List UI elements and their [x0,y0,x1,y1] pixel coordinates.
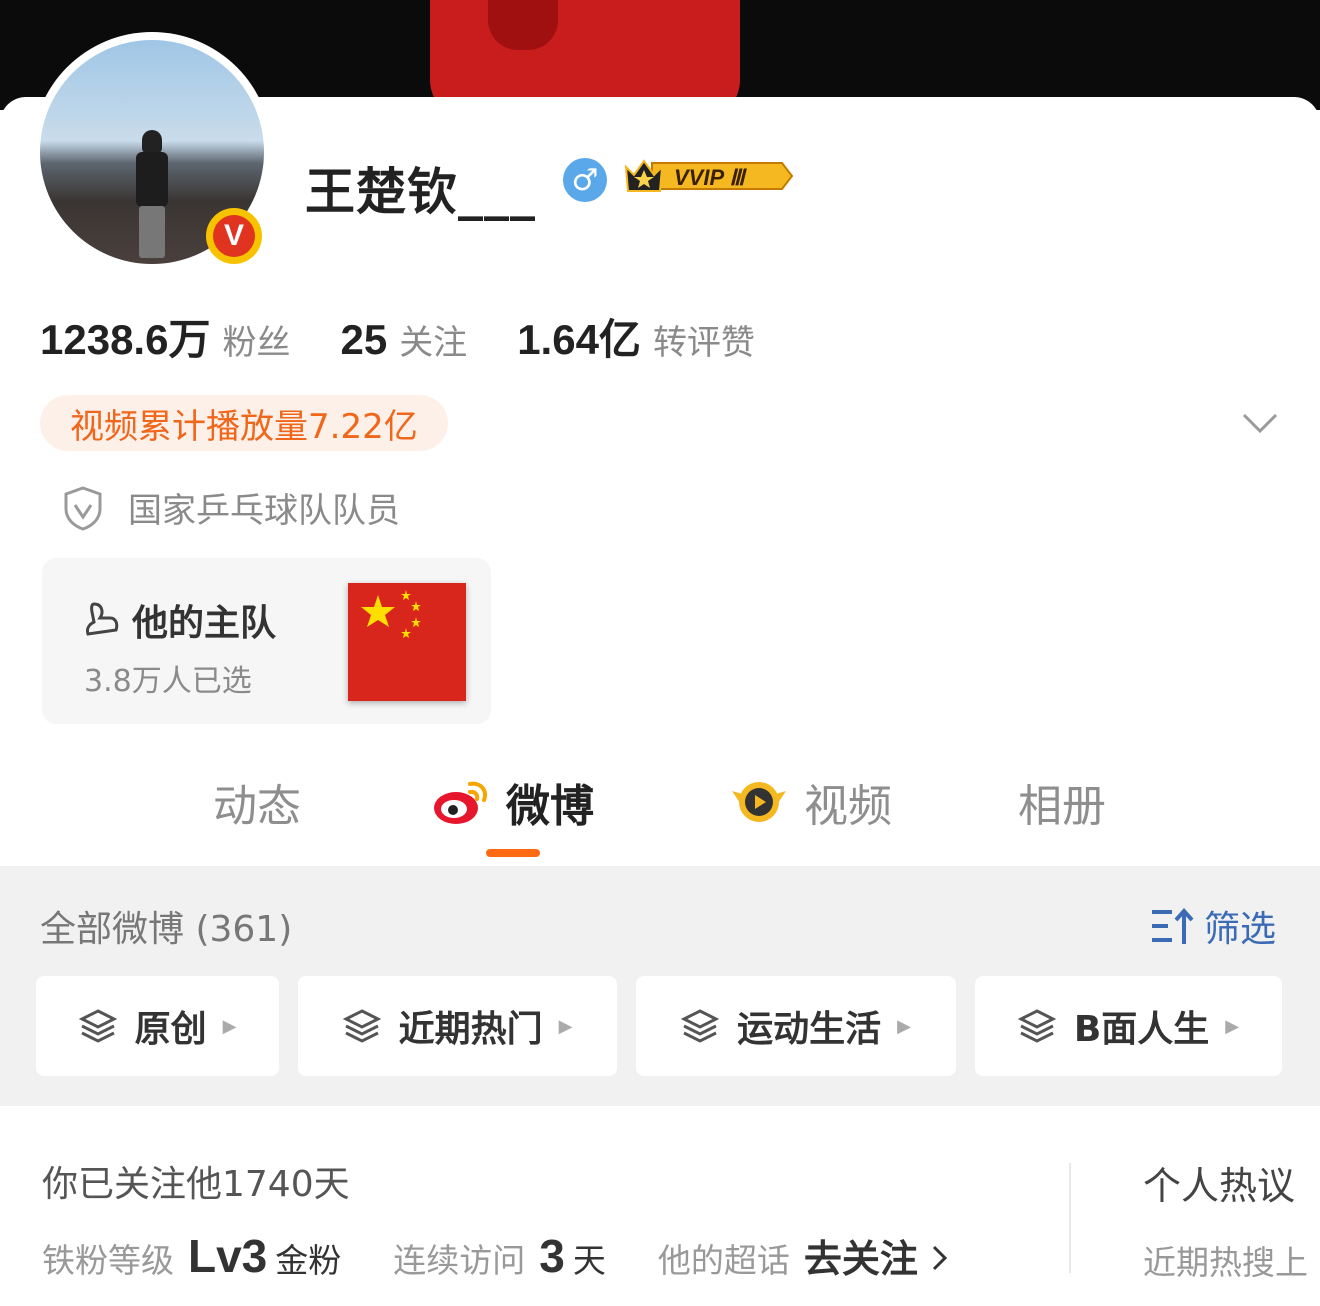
video-play-icon [728,777,790,827]
verification-info: 国家乒乓球队队员 [62,483,400,532]
feed-filter-section: 全部微博 (361) 筛选 原创 ▶ 近期热门 ▶ 运动生活 ▶ B面人生 ▶ [0,866,1320,1106]
stat-fans[interactable]: 1238.6万 粉丝 [40,306,290,367]
tab-video-label: 视频 [804,781,892,832]
divider [1069,1163,1071,1273]
filter-button[interactable]: 筛选 [1150,900,1276,952]
tab-video[interactable]: 视频 [728,772,892,832]
triangle-right-icon: ▶ [1225,1015,1240,1037]
home-team-title-text: 他的主队 [132,603,277,644]
cover-photo-arm [488,0,558,50]
sort-filter-icon [1152,907,1194,944]
all-weibo-count: 全部微博 (361) [40,909,293,950]
active-tab-indicator [486,849,540,857]
chip-b-side-life-label: B面人生 [1073,1009,1210,1050]
stat-following-label: 关注 [399,323,468,363]
profile-tabs: 动态 微博 视频 相册 [0,760,1320,866]
avatar-person-body [136,152,168,207]
layers-icon [342,1007,381,1045]
stat-fans-label: 粉丝 [222,323,291,363]
chip-recent-hot[interactable]: 近期热门 ▶ [298,976,617,1076]
visit-streak-unit: 天 [572,1241,606,1280]
avatar-person [132,130,172,260]
home-team-count: 3.8万人已选 [84,664,252,699]
personal-hot-topics-title[interactable]: 个人热议 [1143,1155,1295,1210]
triangle-right-icon: ▶ [222,1015,237,1037]
avatar-person-head [142,130,162,154]
fan-level-unit: 金粉 [275,1241,342,1280]
verification-text: 国家乒乓球队队员 [128,491,400,531]
triangle-right-icon: ▶ [558,1015,573,1037]
fan-level-label: 铁粉等级 [42,1241,174,1280]
username: 王楚钦___ [305,163,536,221]
shield-verified-icon [64,485,102,531]
fan-stats-row: 铁粉等级 Lv3 金粉 连续访问 3 天 他的超话 去关注 [42,1228,952,1288]
visit-streak-label: 连续访问 [393,1241,526,1280]
tab-dynamic[interactable]: 动态 [213,772,301,832]
tab-album-label: 相册 [1018,781,1106,832]
stat-following[interactable]: 25 关注 [340,315,467,364]
chip-original[interactable]: 原创 ▶ [36,976,279,1076]
chip-recent-hot-label: 近期热门 [398,1009,543,1050]
chip-original-label: 原创 [134,1009,207,1050]
verified-v-badge: V [206,208,262,264]
china-flag-icon [348,583,466,701]
layers-icon [681,1007,720,1045]
tab-album[interactable]: 相册 [1018,772,1106,832]
chip-sports-life[interactable]: 运动生活 ▶ [636,976,956,1076]
profile-stats: 1238.6万 粉丝 25 关注 1.64亿 转评赞 [40,306,805,363]
male-gender-icon: ♂ [563,158,607,202]
chip-b-side-life[interactable]: B面人生 ▶ [975,976,1282,1076]
verified-v-icon: V [213,215,255,257]
stat-following-number: 25 [340,316,388,363]
home-team-card[interactable]: 他的主队 3.8万人已选 [42,558,491,724]
video-plays-badge[interactable]: 视频累计播放量7.22亿 [40,395,448,451]
layers-icon [78,1007,117,1045]
avatar-person-legs [139,206,165,258]
filter-label: 筛选 [1204,909,1277,950]
cover-photo-shirt [430,0,740,110]
visit-streak-value: 3 [539,1230,565,1282]
weibo-logo-icon [432,776,492,828]
stat-fans-number: 1238.6万 [40,316,211,363]
super-topic-label: 他的超话 [657,1241,790,1280]
chevron-down-icon[interactable] [1240,403,1280,443]
vvip-crown-badge[interactable]: VVIP Ⅲ [622,155,794,197]
stat-interactions-label: 转评赞 [652,323,755,363]
triangle-right-icon: ▶ [897,1015,911,1037]
team-cheer-icon [86,602,119,636]
stat-interactions-number: 1.64亿 [517,316,641,363]
tab-dynamic-label: 动态 [213,781,301,832]
vvip-badge-text: VVIP Ⅲ [674,165,747,190]
home-team-title: 他的主队 [82,594,276,646]
personal-hot-topics-sub: 近期热搜上 [1143,1243,1308,1282]
stat-interactions[interactable]: 1.64亿 转评赞 [517,306,755,367]
tab-weibo-label: 微博 [506,781,594,832]
super-topic-follow-link[interactable]: 去关注 [804,1228,918,1283]
layers-icon [1017,1007,1056,1045]
follow-duration: 你已关注他1740天 [42,1164,350,1205]
tab-weibo[interactable]: 微博 [432,772,594,832]
chip-sports-life-label: 运动生活 [737,1009,882,1050]
fan-level-value[interactable]: Lv3 [188,1229,267,1283]
chevron-right-icon[interactable] [928,1241,952,1275]
